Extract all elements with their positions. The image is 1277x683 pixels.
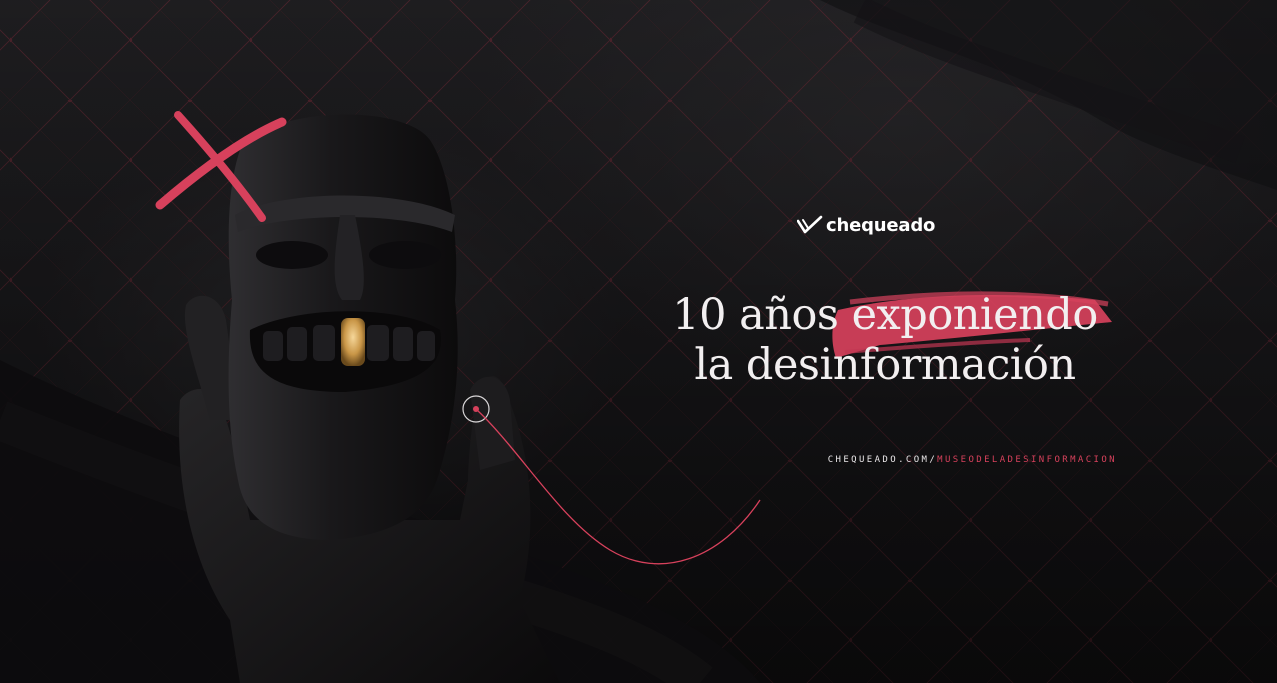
headline-prefix: 10 años [672,290,852,340]
logo-text: chequeado [826,214,936,236]
url-domain: CHEQUEADO.COM/ [827,455,938,465]
headline-line-1: 10 años exponiendo [600,290,1170,340]
checkmark-logo-icon [797,215,823,234]
chequeado-logo[interactable]: chequeado [797,210,935,240]
hero-banner: chequeado 10 años exponiendo la desinfor… [0,0,1277,683]
museum-url-link[interactable]: CHEQUEADO.COM/MUSEODELADESINFORMACION [600,455,1117,465]
headline-highlight: exponiendo [851,290,1099,340]
headline-line-2: la desinformación [694,340,1076,390]
url-path: MUSEODELADESINFORMACION [937,455,1117,465]
headline: 10 años exponiendo la desinformación [600,290,1170,390]
